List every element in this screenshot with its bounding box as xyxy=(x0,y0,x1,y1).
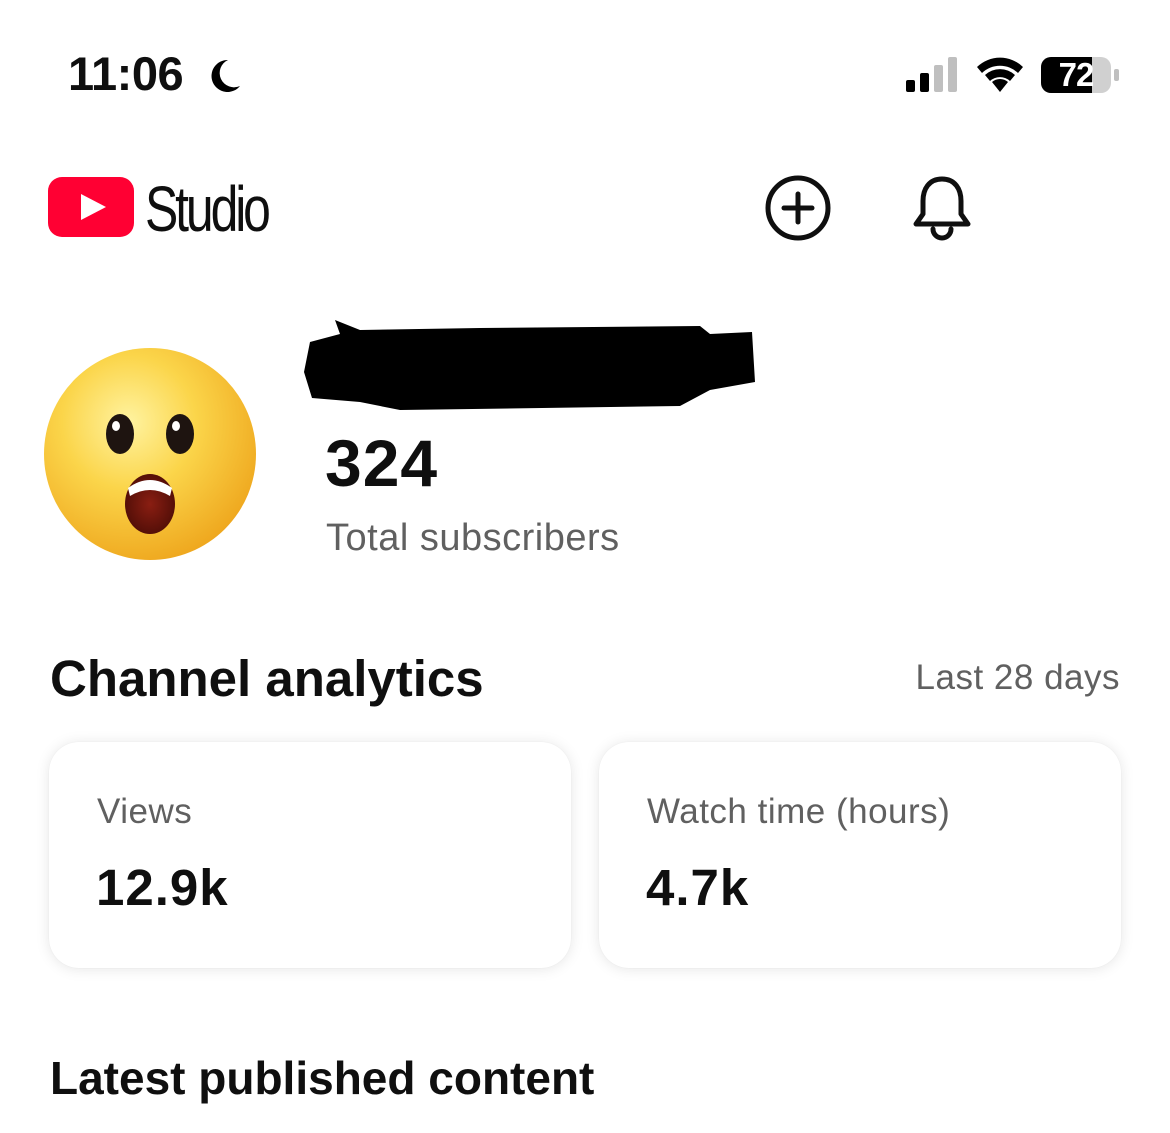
subscriber-label: Total subscribers xyxy=(326,517,620,559)
card-value: 4.7k xyxy=(646,859,750,916)
youtube-play-icon[interactable] xyxy=(48,177,134,237)
card-value: 12.9k xyxy=(96,859,229,916)
create-plus-icon[interactable] xyxy=(764,174,832,242)
studio-dashboard: 11:06 72 Studio 324 Total subscribers Ch… xyxy=(0,0,1170,1133)
redacted-channel-name xyxy=(304,320,755,410)
bell-icon[interactable] xyxy=(910,174,974,242)
card-label: Watch time (hours) xyxy=(647,792,951,831)
status-time: 11:06 xyxy=(68,47,184,100)
battery-level: 72 xyxy=(1058,56,1095,93)
wifi-icon xyxy=(977,57,1023,92)
views-card[interactable]: Views 12.9k xyxy=(49,742,571,968)
watch-time-card[interactable]: Watch time (hours) 4.7k xyxy=(599,742,1121,968)
avatar[interactable] xyxy=(40,344,260,564)
moon-icon xyxy=(211,59,240,92)
subscriber-count: 324 xyxy=(325,426,439,500)
analytics-period[interactable]: Last 28 days xyxy=(916,656,1120,700)
signal-icon xyxy=(906,57,957,92)
app-name: Studio xyxy=(145,173,271,245)
analytics-title: Channel analytics xyxy=(50,650,484,707)
latest-content-title: Latest published content xyxy=(50,1052,595,1104)
card-label: Views xyxy=(97,792,193,831)
